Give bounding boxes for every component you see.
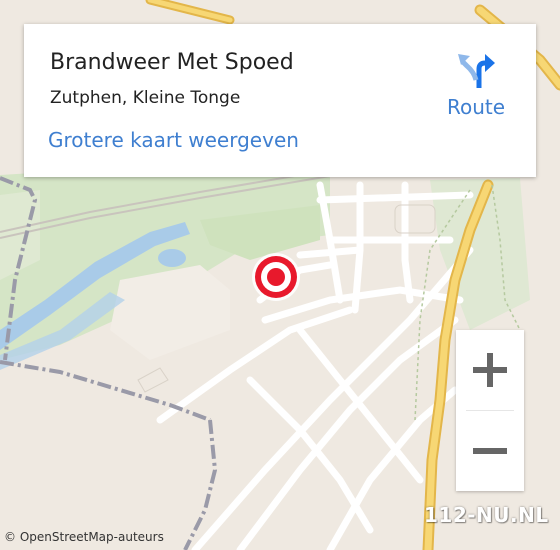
card-title: Brandweer Met Spoed	[50, 50, 294, 75]
zoom-in-button[interactable]	[456, 330, 524, 410]
card-address: Zutphen, Kleine Tonge	[50, 88, 241, 108]
target-marker-icon[interactable]	[252, 253, 300, 301]
plus-icon	[473, 353, 507, 387]
zoom-out-button[interactable]	[456, 411, 524, 491]
minus-icon	[473, 448, 507, 454]
directions-icon	[458, 54, 495, 88]
larger-map-link[interactable]: Grotere kaart weergeven	[48, 128, 299, 152]
route-label: Route	[446, 95, 506, 119]
route-button[interactable]: Route	[434, 46, 518, 128]
zoom-control	[456, 330, 524, 491]
watermark: 112-NU.NL	[424, 503, 549, 527]
map-attribution[interactable]: © OpenStreetMap-auteurs	[4, 530, 164, 544]
location-info-card: Brandweer Met Spoed Zutphen, Kleine Tong…	[24, 24, 536, 177]
